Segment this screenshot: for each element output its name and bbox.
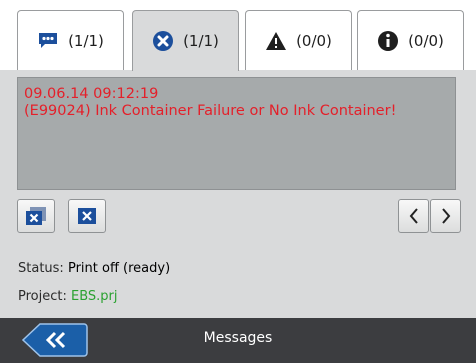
- chevron-right-icon: [441, 208, 450, 224]
- tab-info-count: (0/0): [408, 31, 444, 50]
- status-label: Status:: [18, 261, 64, 276]
- info-circle-icon: [378, 30, 399, 51]
- tab-warnings[interactable]: (0/0): [245, 10, 352, 70]
- project-value: EBS.prj: [71, 289, 118, 304]
- status-line: Status: Print off (ready): [18, 261, 170, 276]
- next-message-button[interactable]: [430, 199, 461, 233]
- message-text: (E99024) Ink Container Failure or No Ink…: [24, 103, 397, 119]
- tab-errors[interactable]: (1/1): [132, 10, 239, 71]
- status-value: Print off (ready): [67, 261, 171, 276]
- screen-title: Messages: [203, 330, 273, 346]
- previous-message-button[interactable]: [398, 199, 429, 233]
- message-filter-tabs: (1/1) (1/1) (0/0) (0/0): [0, 0, 476, 71]
- acknowledge-all-button[interactable]: [17, 199, 55, 233]
- acknowledge-button[interactable]: [68, 199, 106, 233]
- bottom-bar: Messages: [0, 318, 476, 363]
- acknowledge-all-icon: [26, 207, 46, 225]
- project-line: Project: EBS.prj: [18, 289, 118, 304]
- error-x-circle-icon: [153, 31, 174, 51]
- tab-errors-count: (1/1): [183, 32, 219, 50]
- acknowledge-icon: [78, 208, 96, 224]
- project-label: Project:: [18, 289, 67, 304]
- tab-messages[interactable]: (1/1): [17, 10, 124, 70]
- message-icon: [39, 32, 58, 48]
- warning-triangle-icon: [266, 31, 287, 50]
- tab-warnings-count: (0/0): [296, 31, 332, 50]
- message-timestamp: 09.06.14 09:12:19: [24, 86, 159, 102]
- tab-info[interactable]: (0/0): [357, 10, 464, 70]
- chevron-left-icon: [409, 208, 418, 224]
- tab-messages-count: (1/1): [68, 31, 104, 50]
- message-display: 09.06.14 09:12:19 (E99024) Ink Container…: [17, 77, 456, 190]
